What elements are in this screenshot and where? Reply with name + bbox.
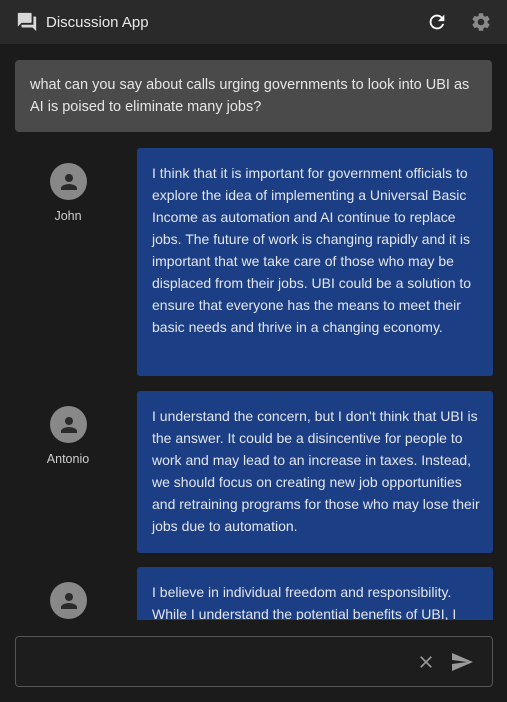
close-icon bbox=[420, 656, 432, 668]
person-icon bbox=[60, 416, 77, 433]
send-button[interactable] bbox=[450, 650, 474, 674]
forum-icon bbox=[16, 11, 38, 33]
send-icon bbox=[452, 653, 473, 671]
refresh-button[interactable] bbox=[425, 10, 449, 34]
person-icon bbox=[60, 592, 77, 609]
app-header: Discussion App bbox=[0, 0, 507, 44]
avatar bbox=[50, 163, 87, 200]
message-text: I think that it is important for governm… bbox=[152, 165, 472, 335]
message-text: I believe in individual freedom and resp… bbox=[152, 584, 457, 620]
message-bubble: I believe in individual freedom and resp… bbox=[137, 567, 493, 620]
message-bubble: I think that it is important for governm… bbox=[137, 148, 493, 376]
prompt-text: what can you say about calls urging gove… bbox=[30, 77, 470, 115]
message-input-box[interactable] bbox=[15, 636, 493, 687]
gear-icon bbox=[472, 13, 490, 31]
avatar bbox=[50, 406, 87, 443]
message-input[interactable] bbox=[28, 649, 408, 675]
app-title: Discussion App bbox=[46, 13, 149, 31]
user-name: John bbox=[54, 209, 82, 223]
composer-bar bbox=[0, 620, 507, 702]
clear-button[interactable] bbox=[416, 652, 436, 672]
avatar bbox=[50, 582, 87, 619]
conversation-area[interactable]: what can you say about calls urging gove… bbox=[0, 44, 507, 620]
prompt-box: what can you say about calls urging gove… bbox=[15, 60, 492, 132]
message-text: I understand the concern, but I don't th… bbox=[152, 408, 480, 534]
refresh-icon bbox=[429, 14, 445, 30]
person-icon bbox=[60, 173, 77, 190]
settings-button[interactable] bbox=[469, 10, 493, 34]
message-bubble: I understand the concern, but I don't th… bbox=[137, 391, 493, 553]
user-name: Antonio bbox=[46, 452, 90, 466]
